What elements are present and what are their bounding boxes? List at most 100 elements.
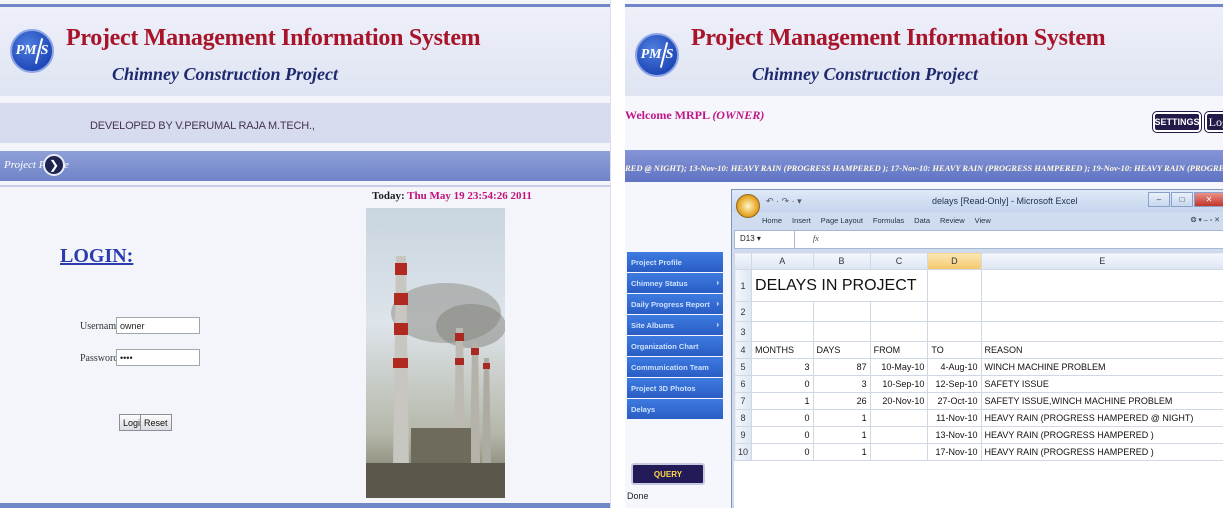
row-number[interactable]: 1 [734, 269, 753, 302]
column-header[interactable]: C [869, 252, 929, 270]
table-cell[interactable] [980, 269, 1223, 302]
excel-window[interactable]: ↶ · ↷ · ▾ delays [Read-Only] - Microsoft… [731, 189, 1223, 508]
chevron-right-icon[interactable]: ❯ [43, 154, 65, 176]
table-cell[interactable]: 1 [812, 426, 871, 444]
select-all-corner[interactable] [734, 252, 753, 270]
close-icon[interactable]: ✕ [1194, 192, 1223, 207]
ribbon-tab[interactable]: Formulas [873, 216, 904, 225]
sidebar-item[interactable]: Chimney Status › [627, 273, 723, 293]
sidebar-item[interactable]: Communication Team [627, 357, 723, 377]
table-cell[interactable]: 87 [812, 358, 871, 376]
table-cell[interactable]: SAFETY ISSUE [980, 375, 1223, 393]
row-number[interactable]: 5 [734, 358, 753, 376]
table-cell[interactable]: 3 [751, 358, 814, 376]
table-cell[interactable]: 13-Nov-10 [927, 426, 982, 444]
table-cell[interactable]: 0 [751, 375, 814, 393]
table-cell[interactable] [980, 301, 1223, 322]
column-header[interactable]: B [812, 252, 871, 270]
header-cell[interactable]: FROM [869, 341, 929, 359]
sidebar-item[interactable]: Project 3D Photos [627, 378, 723, 398]
row-number[interactable]: 9 [734, 426, 753, 444]
ribbon-tab[interactable]: View [975, 216, 991, 225]
table-cell[interactable] [751, 321, 814, 342]
ribbon-tab[interactable]: Insert [792, 216, 811, 225]
maximize-icon[interactable]: □ [1171, 192, 1193, 207]
column-header[interactable]: E [980, 252, 1223, 270]
help-icon[interactable]: ❂ ▾ ‒ ▫ ✕ [1191, 216, 1220, 224]
table-cell[interactable]: 0 [751, 426, 814, 444]
table-cell[interactable]: HEAVY RAIN (PROGRESS HAMPERED ) [980, 443, 1223, 461]
sheet-title[interactable]: DELAYS IN PROJECT [751, 269, 929, 302]
header-cell[interactable]: DAYS [812, 341, 871, 359]
table-cell[interactable]: 20-Nov-10 [869, 392, 929, 410]
sheet-table[interactable]: ABCDE 1 DELAYS IN PROJECT 2 3 4 MONTHS D… [734, 252, 1223, 461]
settings-button[interactable]: SETTINGS [1153, 112, 1201, 132]
row-number[interactable]: 10 [734, 443, 753, 461]
sidebar-item-label: Project 3D Photos [631, 384, 696, 393]
column-header[interactable]: D [927, 252, 982, 270]
table-cell[interactable]: 3 [812, 375, 871, 393]
ribbon-tab[interactable]: Home [762, 216, 782, 225]
logo-text-left: PM [640, 47, 662, 62]
row-number[interactable]: 7 [734, 392, 753, 410]
table-cell[interactable]: 1 [751, 392, 814, 410]
table-cell[interactable]: 1 [812, 409, 871, 427]
table-cell[interactable]: 1 [812, 443, 871, 461]
table-cell[interactable]: 10-May-10 [869, 358, 929, 376]
row-number[interactable]: 4 [734, 341, 753, 359]
table-cell[interactable] [812, 321, 871, 342]
logout-button[interactable]: Logout [1205, 112, 1223, 132]
table-cell[interactable]: 0 [751, 409, 814, 427]
table-cell[interactable] [980, 321, 1223, 342]
row-number[interactable]: 3 [734, 321, 753, 342]
header-cell[interactable]: TO [927, 341, 982, 359]
quick-access-toolbar[interactable]: ↶ · ↷ · ▾ [766, 196, 802, 207]
table-cell[interactable] [751, 301, 814, 322]
row-number[interactable]: 8 [734, 409, 753, 427]
sidebar-item[interactable]: Project Profile [627, 252, 723, 272]
sidebar-item[interactable]: Delays [627, 399, 723, 419]
header-cell[interactable]: REASON [980, 341, 1223, 359]
ribbon-tab[interactable]: Review [940, 216, 965, 225]
table-cell[interactable] [869, 301, 929, 322]
query-button[interactable]: QUERY [631, 463, 705, 485]
table-cell[interactable] [869, 409, 929, 427]
spreadsheet-grid[interactable]: ABCDE 1 DELAYS IN PROJECT 2 3 4 MONTHS D… [734, 252, 1223, 508]
table-cell[interactable]: 27-Oct-10 [927, 392, 982, 410]
table-cell[interactable]: 4-Aug-10 [927, 358, 982, 376]
username-input[interactable] [116, 317, 200, 334]
name-box[interactable]: D13 ▾ [735, 231, 795, 248]
table-cell[interactable] [927, 269, 982, 302]
ribbon-tab[interactable]: Page Layout [821, 216, 863, 225]
sidebar-item[interactable]: Organization Chart [627, 336, 723, 356]
sidebar-item[interactable]: Daily Progress Report › [627, 294, 723, 314]
header-cell[interactable]: MONTHS [751, 341, 814, 359]
sidebar-item[interactable]: Site Albums › [627, 315, 723, 335]
table-cell[interactable]: 17-Nov-10 [927, 443, 982, 461]
table-cell[interactable] [869, 321, 929, 342]
minimize-icon[interactable]: – [1148, 192, 1170, 207]
table-cell[interactable]: 26 [812, 392, 871, 410]
reset-button[interactable]: Reset [140, 414, 172, 431]
table-cell[interactable]: WINCH MACHINE PROBLEM [980, 358, 1223, 376]
table-cell[interactable] [869, 443, 929, 461]
table-cell[interactable] [812, 301, 871, 322]
password-input[interactable] [116, 349, 200, 366]
fx-icon[interactable]: fx [813, 234, 819, 243]
table-cell[interactable]: 12-Sep-10 [927, 375, 982, 393]
column-header[interactable]: A [751, 252, 814, 270]
table-cell[interactable]: HEAVY RAIN (PROGRESS HAMPERED ) [980, 426, 1223, 444]
row-number[interactable]: 6 [734, 375, 753, 393]
row-number[interactable]: 2 [734, 301, 753, 322]
office-button-icon[interactable] [736, 194, 760, 218]
table-cell[interactable]: HEAVY RAIN (PROGRESS HAMPERED @ NIGHT) [980, 409, 1223, 427]
table-cell[interactable]: 10-Sep-10 [869, 375, 929, 393]
excel-window-title: delays [Read-Only] - Microsoft Excel [932, 196, 1078, 206]
ribbon-tab[interactable]: Data [914, 216, 930, 225]
table-cell[interactable] [927, 321, 982, 342]
table-cell[interactable]: 0 [751, 443, 814, 461]
table-cell[interactable]: 11-Nov-10 [927, 409, 982, 427]
table-cell[interactable] [927, 301, 982, 322]
table-cell[interactable] [869, 426, 929, 444]
table-cell[interactable]: SAFETY ISSUE,WINCH MACHINE PROBLEM [980, 392, 1223, 410]
